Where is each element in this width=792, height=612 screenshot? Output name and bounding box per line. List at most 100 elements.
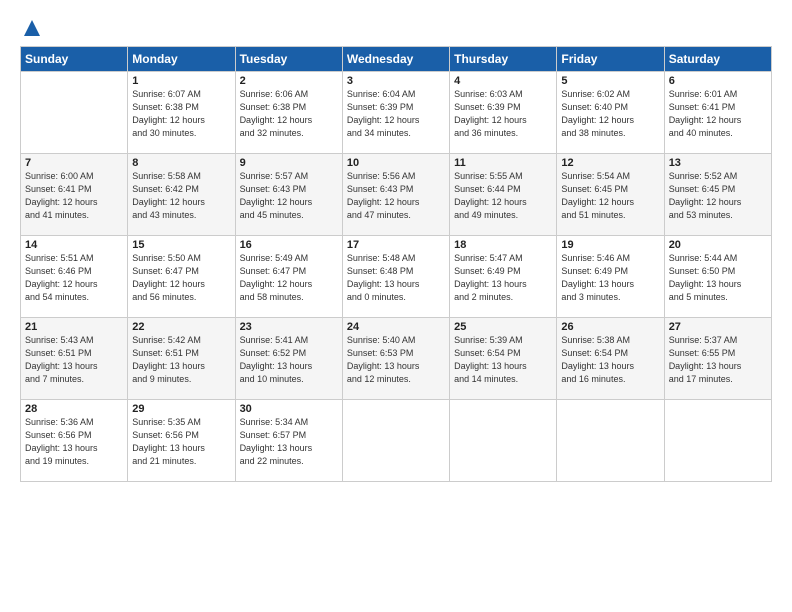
calendar-cell: 9Sunrise: 5:57 AMSunset: 6:43 PMDaylight… bbox=[235, 154, 342, 236]
day-number: 19 bbox=[561, 239, 659, 251]
calendar-cell: 1Sunrise: 6:07 AMSunset: 6:38 PMDaylight… bbox=[128, 72, 235, 154]
day-number: 24 bbox=[347, 321, 445, 333]
day-info: Sunrise: 5:48 AMSunset: 6:48 PMDaylight:… bbox=[347, 252, 445, 304]
day-number: 14 bbox=[25, 239, 123, 251]
calendar-cell: 5Sunrise: 6:02 AMSunset: 6:40 PMDaylight… bbox=[557, 72, 664, 154]
calendar-cell bbox=[21, 72, 128, 154]
logo bbox=[20, 18, 42, 38]
calendar-cell bbox=[664, 400, 771, 482]
calendar-table: SundayMondayTuesdayWednesdayThursdayFrid… bbox=[20, 46, 772, 482]
day-number: 9 bbox=[240, 157, 338, 169]
calendar-cell bbox=[557, 400, 664, 482]
day-number: 27 bbox=[669, 321, 767, 333]
day-number: 16 bbox=[240, 239, 338, 251]
week-row-2: 7Sunrise: 6:00 AMSunset: 6:41 PMDaylight… bbox=[21, 154, 772, 236]
day-info: Sunrise: 6:04 AMSunset: 6:39 PMDaylight:… bbox=[347, 88, 445, 140]
day-number: 21 bbox=[25, 321, 123, 333]
day-number: 13 bbox=[669, 157, 767, 169]
calendar-cell: 24Sunrise: 5:40 AMSunset: 6:53 PMDayligh… bbox=[342, 318, 449, 400]
day-number: 26 bbox=[561, 321, 659, 333]
day-info: Sunrise: 5:49 AMSunset: 6:47 PMDaylight:… bbox=[240, 252, 338, 304]
calendar-cell: 26Sunrise: 5:38 AMSunset: 6:54 PMDayligh… bbox=[557, 318, 664, 400]
day-info: Sunrise: 5:34 AMSunset: 6:57 PMDaylight:… bbox=[240, 416, 338, 468]
day-info: Sunrise: 6:06 AMSunset: 6:38 PMDaylight:… bbox=[240, 88, 338, 140]
calendar-cell bbox=[342, 400, 449, 482]
day-info: Sunrise: 5:42 AMSunset: 6:51 PMDaylight:… bbox=[132, 334, 230, 386]
calendar-cell: 19Sunrise: 5:46 AMSunset: 6:49 PMDayligh… bbox=[557, 236, 664, 318]
day-info: Sunrise: 5:37 AMSunset: 6:55 PMDaylight:… bbox=[669, 334, 767, 386]
day-number: 18 bbox=[454, 239, 552, 251]
calendar-cell: 14Sunrise: 5:51 AMSunset: 6:46 PMDayligh… bbox=[21, 236, 128, 318]
calendar-cell: 10Sunrise: 5:56 AMSunset: 6:43 PMDayligh… bbox=[342, 154, 449, 236]
calendar-cell: 2Sunrise: 6:06 AMSunset: 6:38 PMDaylight… bbox=[235, 72, 342, 154]
day-info: Sunrise: 5:47 AMSunset: 6:49 PMDaylight:… bbox=[454, 252, 552, 304]
day-number: 7 bbox=[25, 157, 123, 169]
calendar-cell bbox=[450, 400, 557, 482]
calendar-cell: 27Sunrise: 5:37 AMSunset: 6:55 PMDayligh… bbox=[664, 318, 771, 400]
day-number: 6 bbox=[669, 75, 767, 87]
day-info: Sunrise: 5:52 AMSunset: 6:45 PMDaylight:… bbox=[669, 170, 767, 222]
calendar-cell: 13Sunrise: 5:52 AMSunset: 6:45 PMDayligh… bbox=[664, 154, 771, 236]
day-info: Sunrise: 6:02 AMSunset: 6:40 PMDaylight:… bbox=[561, 88, 659, 140]
day-number: 10 bbox=[347, 157, 445, 169]
day-info: Sunrise: 5:46 AMSunset: 6:49 PMDaylight:… bbox=[561, 252, 659, 304]
header-cell-monday: Monday bbox=[128, 47, 235, 72]
day-number: 17 bbox=[347, 239, 445, 251]
day-number: 11 bbox=[454, 157, 552, 169]
calendar-cell: 7Sunrise: 6:00 AMSunset: 6:41 PMDaylight… bbox=[21, 154, 128, 236]
day-info: Sunrise: 5:35 AMSunset: 6:56 PMDaylight:… bbox=[132, 416, 230, 468]
day-number: 5 bbox=[561, 75, 659, 87]
day-info: Sunrise: 5:58 AMSunset: 6:42 PMDaylight:… bbox=[132, 170, 230, 222]
day-number: 1 bbox=[132, 75, 230, 87]
page: SundayMondayTuesdayWednesdayThursdayFrid… bbox=[0, 0, 792, 612]
day-info: Sunrise: 5:40 AMSunset: 6:53 PMDaylight:… bbox=[347, 334, 445, 386]
day-number: 23 bbox=[240, 321, 338, 333]
day-number: 3 bbox=[347, 75, 445, 87]
calendar-cell: 17Sunrise: 5:48 AMSunset: 6:48 PMDayligh… bbox=[342, 236, 449, 318]
day-info: Sunrise: 5:38 AMSunset: 6:54 PMDaylight:… bbox=[561, 334, 659, 386]
calendar-cell: 8Sunrise: 5:58 AMSunset: 6:42 PMDaylight… bbox=[128, 154, 235, 236]
calendar-cell: 30Sunrise: 5:34 AMSunset: 6:57 PMDayligh… bbox=[235, 400, 342, 482]
header-cell-saturday: Saturday bbox=[664, 47, 771, 72]
calendar-cell: 4Sunrise: 6:03 AMSunset: 6:39 PMDaylight… bbox=[450, 72, 557, 154]
day-info: Sunrise: 5:50 AMSunset: 6:47 PMDaylight:… bbox=[132, 252, 230, 304]
day-info: Sunrise: 5:41 AMSunset: 6:52 PMDaylight:… bbox=[240, 334, 338, 386]
header-cell-wednesday: Wednesday bbox=[342, 47, 449, 72]
header-cell-sunday: Sunday bbox=[21, 47, 128, 72]
week-row-4: 21Sunrise: 5:43 AMSunset: 6:51 PMDayligh… bbox=[21, 318, 772, 400]
day-number: 30 bbox=[240, 403, 338, 415]
header bbox=[20, 18, 772, 38]
day-info: Sunrise: 5:43 AMSunset: 6:51 PMDaylight:… bbox=[25, 334, 123, 386]
calendar-cell: 20Sunrise: 5:44 AMSunset: 6:50 PMDayligh… bbox=[664, 236, 771, 318]
calendar-cell: 23Sunrise: 5:41 AMSunset: 6:52 PMDayligh… bbox=[235, 318, 342, 400]
day-info: Sunrise: 5:54 AMSunset: 6:45 PMDaylight:… bbox=[561, 170, 659, 222]
day-number: 22 bbox=[132, 321, 230, 333]
header-row: SundayMondayTuesdayWednesdayThursdayFrid… bbox=[21, 47, 772, 72]
day-number: 4 bbox=[454, 75, 552, 87]
day-info: Sunrise: 6:07 AMSunset: 6:38 PMDaylight:… bbox=[132, 88, 230, 140]
calendar-cell: 22Sunrise: 5:42 AMSunset: 6:51 PMDayligh… bbox=[128, 318, 235, 400]
day-number: 15 bbox=[132, 239, 230, 251]
header-cell-friday: Friday bbox=[557, 47, 664, 72]
day-info: Sunrise: 5:39 AMSunset: 6:54 PMDaylight:… bbox=[454, 334, 552, 386]
calendar-cell: 6Sunrise: 6:01 AMSunset: 6:41 PMDaylight… bbox=[664, 72, 771, 154]
day-info: Sunrise: 6:01 AMSunset: 6:41 PMDaylight:… bbox=[669, 88, 767, 140]
calendar-cell: 12Sunrise: 5:54 AMSunset: 6:45 PMDayligh… bbox=[557, 154, 664, 236]
day-number: 2 bbox=[240, 75, 338, 87]
day-number: 29 bbox=[132, 403, 230, 415]
calendar-cell: 15Sunrise: 5:50 AMSunset: 6:47 PMDayligh… bbox=[128, 236, 235, 318]
day-info: Sunrise: 5:56 AMSunset: 6:43 PMDaylight:… bbox=[347, 170, 445, 222]
calendar-cell: 28Sunrise: 5:36 AMSunset: 6:56 PMDayligh… bbox=[21, 400, 128, 482]
calendar-cell: 18Sunrise: 5:47 AMSunset: 6:49 PMDayligh… bbox=[450, 236, 557, 318]
day-number: 20 bbox=[669, 239, 767, 251]
calendar-cell: 21Sunrise: 5:43 AMSunset: 6:51 PMDayligh… bbox=[21, 318, 128, 400]
day-info: Sunrise: 6:00 AMSunset: 6:41 PMDaylight:… bbox=[25, 170, 123, 222]
day-number: 8 bbox=[132, 157, 230, 169]
week-row-1: 1Sunrise: 6:07 AMSunset: 6:38 PMDaylight… bbox=[21, 72, 772, 154]
calendar-cell: 16Sunrise: 5:49 AMSunset: 6:47 PMDayligh… bbox=[235, 236, 342, 318]
day-info: Sunrise: 5:57 AMSunset: 6:43 PMDaylight:… bbox=[240, 170, 338, 222]
day-info: Sunrise: 5:36 AMSunset: 6:56 PMDaylight:… bbox=[25, 416, 123, 468]
day-info: Sunrise: 5:55 AMSunset: 6:44 PMDaylight:… bbox=[454, 170, 552, 222]
header-cell-tuesday: Tuesday bbox=[235, 47, 342, 72]
calendar-cell: 3Sunrise: 6:04 AMSunset: 6:39 PMDaylight… bbox=[342, 72, 449, 154]
